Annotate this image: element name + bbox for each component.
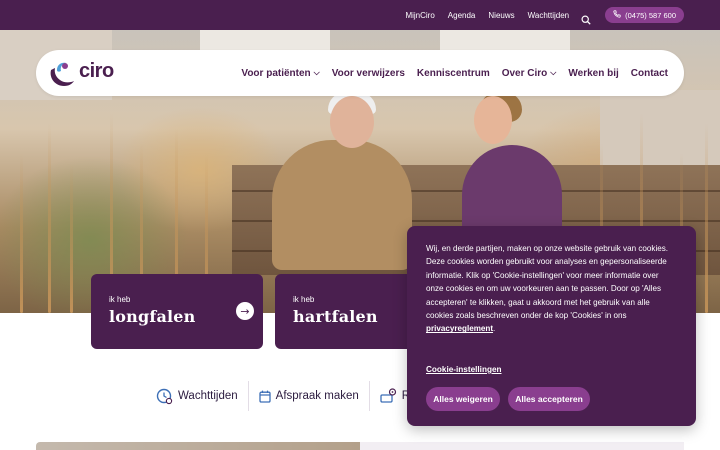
topbar-link-agenda[interactable]: Agenda: [448, 11, 476, 20]
quick-links: Wachttijden Afspraak maken Ro: [150, 381, 426, 411]
quick-link-label: Wachttijden: [178, 390, 238, 402]
cookie-text: Wij, en derde partijen, maken op onze we…: [426, 242, 678, 336]
nav-voor-verwijzers[interactable]: Voor verwijzers: [332, 68, 405, 79]
logo-mark-icon: [50, 62, 74, 86]
nav-label: Werken bij: [568, 67, 619, 79]
cookie-banner: Wij, en derde partijen, maken op onze we…: [407, 226, 696, 426]
chevron-down-icon: ⌵: [550, 68, 557, 77]
cookie-body: Wij, en derde partijen, maken op onze we…: [426, 244, 669, 321]
nav-werken-bij[interactable]: Werken bij: [568, 68, 618, 79]
top-utility-bar: MijnCiro Agenda Nieuws Wachttijden (0475…: [0, 0, 720, 30]
quick-link-afspraak-maken[interactable]: Afspraak maken: [249, 390, 369, 403]
nav-label: Kenniscentrum: [416, 67, 490, 79]
topbar-link-nieuws[interactable]: Nieuws: [488, 11, 514, 20]
chevron-down-icon: ⌵: [313, 68, 320, 77]
card-title: hartfalen: [293, 307, 378, 326]
section-panel: [360, 442, 684, 450]
cookie-settings-link[interactable]: Cookie-instellingen: [426, 365, 502, 374]
section-image: [36, 442, 360, 450]
search-icon[interactable]: [581, 10, 591, 25]
phone-button[interactable]: (0475) 587 600: [605, 7, 684, 23]
nav-label: Over Ciro: [501, 67, 548, 79]
reject-all-button[interactable]: Alles weigeren: [426, 387, 500, 411]
arrow-right-icon[interactable]: →: [236, 302, 254, 320]
calendar-icon: [259, 390, 271, 403]
topbar-link-wachttijden[interactable]: Wachttijden: [528, 11, 570, 20]
quick-link-label: Afspraak maken: [275, 390, 359, 402]
cookie-period: .: [493, 324, 496, 334]
clock-person-icon: [156, 388, 173, 405]
card-longfalen[interactable]: ik heb longfalen →: [91, 274, 263, 349]
phone-icon: [613, 10, 621, 20]
ciro-logo[interactable]: ciro: [45, 56, 115, 90]
privacy-link[interactable]: privacyreglement: [426, 324, 493, 333]
nav-kenniscentrum[interactable]: Kenniscentrum: [417, 68, 490, 79]
card-pretext: ik heb: [293, 295, 315, 304]
quick-link-wachttijden[interactable]: Wachttijden: [150, 388, 248, 405]
topbar-link-mijnciro[interactable]: MijnCiro: [405, 11, 434, 20]
accept-all-button[interactable]: Alles accepteren: [508, 387, 590, 411]
card-pretext: ik heb: [109, 295, 131, 304]
card-title: longfalen: [109, 307, 196, 326]
route-icon: [380, 388, 397, 404]
nav-over-ciro[interactable]: Over Ciro ⌵: [502, 68, 557, 79]
nav-label: Voor patiënten: [241, 67, 311, 79]
nav-label: Contact: [630, 67, 668, 79]
nav-voor-patienten[interactable]: Voor patiënten ⌵: [241, 68, 319, 79]
nav-contact[interactable]: Contact: [631, 68, 668, 79]
phone-number: (0475) 587 600: [625, 10, 676, 20]
main-navbar: ciro Voor patiënten ⌵ Voor verwijzers Ke…: [36, 50, 684, 96]
nav-label: Voor verwijzers: [331, 67, 405, 79]
logo-text: ciro: [79, 60, 114, 82]
